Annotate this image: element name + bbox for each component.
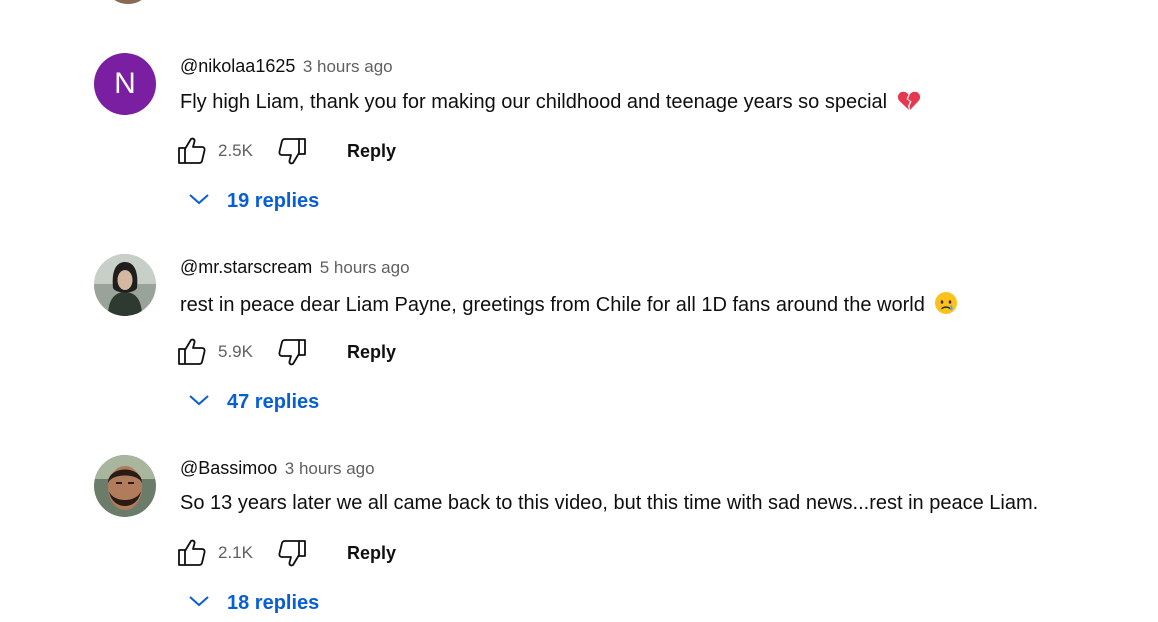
reply-button[interactable]: Reply <box>347 141 396 162</box>
like-button[interactable] <box>176 135 208 167</box>
comment-time[interactable]: 3 hours ago <box>285 459 375 478</box>
like-count: 5.9K <box>218 342 253 361</box>
comment-actions: 2.5K Reply <box>176 135 576 165</box>
comment-text: Fly high Liam, thank you for making our … <box>180 90 921 118</box>
like-button[interactable] <box>176 336 208 368</box>
thumbs-up-icon <box>178 137 206 164</box>
like-count: 2.1K <box>218 543 253 562</box>
avatar[interactable]: N <box>94 53 156 115</box>
dislike-button[interactable] <box>276 537 308 569</box>
dislike-button[interactable] <box>276 135 308 167</box>
comment-text-content: rest in peace dear Liam Payne, greetings… <box>180 294 925 316</box>
chevron-down-icon <box>189 395 209 406</box>
comment-text: So 13 years later we all came back to th… <box>180 492 1038 515</box>
comment-actions: 5.9K Reply <box>176 336 576 366</box>
comment-time[interactable]: 3 hours ago <box>303 57 393 76</box>
avatar[interactable] <box>108 0 148 4</box>
chevron-down-icon <box>189 596 209 607</box>
comment-author[interactable]: @Bassimoo <box>180 458 277 478</box>
comment-text-content: So 13 years later we all came back to th… <box>180 492 1039 514</box>
like-count: 2.5K <box>218 141 253 160</box>
comment-text: rest in peace dear Liam Payne, greetings… <box>180 291 958 321</box>
chevron-down-icon <box>189 194 209 205</box>
broken-heart-emoji <box>897 90 921 118</box>
comment-header: @nikolaa1625 3 hours ago <box>180 56 393 77</box>
thumbs-up-icon <box>178 338 206 365</box>
comment-header: @Bassimoo 3 hours ago <box>180 458 375 479</box>
comment-time[interactable]: 5 hours ago <box>320 258 410 277</box>
thumbs-down-icon <box>278 138 306 165</box>
reply-button[interactable]: Reply <box>347 543 396 564</box>
avatar[interactable] <box>94 455 156 517</box>
crying-face-emoji <box>934 291 958 321</box>
comment-actions: 2.1K Reply <box>176 537 576 567</box>
like-button[interactable] <box>176 537 208 569</box>
comments-section: N @nikolaa1625 3 hours ago Fly high Liam… <box>0 0 1158 622</box>
replies-count: 18 replies <box>227 592 320 614</box>
dislike-button[interactable] <box>276 336 308 368</box>
reply-button[interactable]: Reply <box>347 342 396 363</box>
replies-count: 19 replies <box>227 190 320 212</box>
comment-header: @mr.starscream 5 hours ago <box>180 257 410 278</box>
comment-text-content: Fly high Liam, thank you for making our … <box>180 91 888 113</box>
comment-author[interactable]: @mr.starscream <box>180 257 312 277</box>
thumbs-down-icon <box>278 540 306 567</box>
replies-count: 47 replies <box>227 391 320 413</box>
thumbs-down-icon <box>278 339 306 366</box>
thumbs-up-icon <box>178 539 206 566</box>
comment-author[interactable]: @nikolaa1625 <box>180 56 295 76</box>
avatar[interactable] <box>94 254 156 316</box>
